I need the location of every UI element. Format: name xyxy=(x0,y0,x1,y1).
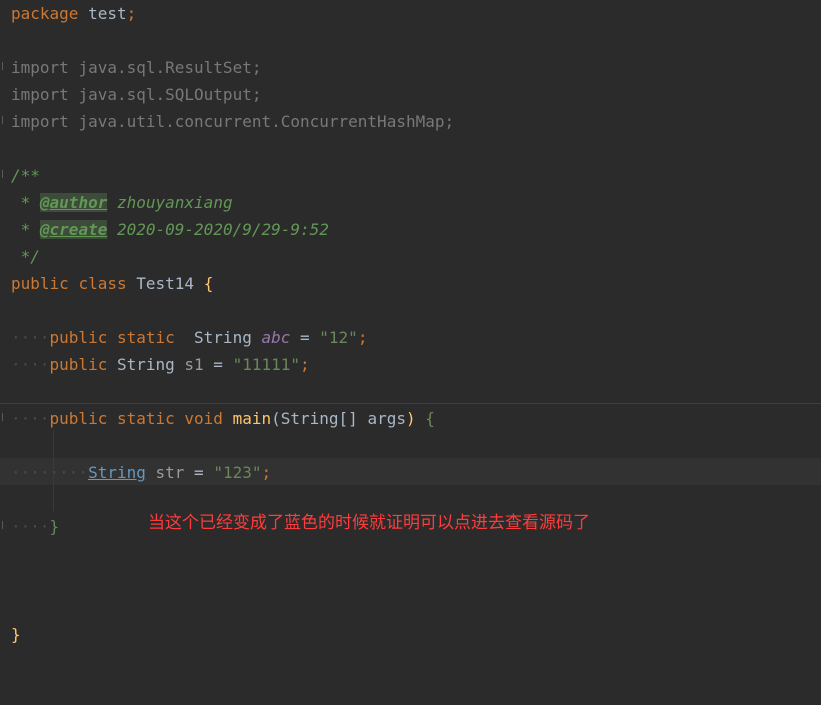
fold-marker-icon[interactable] xyxy=(2,62,9,70)
keyword: public xyxy=(49,409,108,428)
code-editor[interactable]: package test; import java.sql.ResultSet;… xyxy=(0,0,821,705)
type-name: String xyxy=(116,355,175,374)
doc-text: * xyxy=(11,220,31,239)
code-line-local[interactable]: ········String str = "123"; xyxy=(11,459,271,486)
method-separator xyxy=(0,403,821,404)
keyword: import xyxy=(11,112,69,131)
keyword: import xyxy=(11,58,69,77)
semicolon: ; xyxy=(251,58,262,77)
keyword: import xyxy=(11,85,69,104)
annotation-text: 当这个已经变成了蓝色的时候就证明可以点进去查看源码了 xyxy=(148,513,590,533)
whitespace-dots: ···· xyxy=(11,409,50,428)
fold-marker-icon[interactable] xyxy=(2,413,9,421)
whitespace-dots: ···· xyxy=(11,517,50,536)
string-literal: "11111" xyxy=(232,355,301,374)
keyword: public xyxy=(49,328,108,347)
keyword: public xyxy=(49,355,108,374)
close-brace: } xyxy=(11,625,21,644)
param-name: args xyxy=(367,409,406,428)
doc-comment-create[interactable]: * @create 2020-09-2020/9/29-9:52 xyxy=(11,216,329,243)
package-name: test xyxy=(88,4,127,23)
semicolon: ; xyxy=(126,4,137,23)
doc-comment-author[interactable]: * @author zhouyanxiang xyxy=(11,189,233,216)
doc-text: /** xyxy=(11,166,40,185)
semicolon: ; xyxy=(300,355,310,374)
code-line-close-method[interactable]: ····} xyxy=(11,513,59,540)
keyword: static xyxy=(116,328,175,347)
semicolon: ; xyxy=(357,328,368,347)
code-line-method[interactable]: ····public static void main(String[] arg… xyxy=(11,405,435,432)
whitespace-dots: ···· xyxy=(11,328,50,347)
fold-marker-icon[interactable] xyxy=(2,521,9,529)
string-literal: "12" xyxy=(319,328,358,347)
doc-tag-create: @create xyxy=(39,220,108,239)
keyword: class xyxy=(78,274,127,293)
doc-text: * xyxy=(11,193,31,212)
import-path: java.sql.SQLOutput xyxy=(78,85,252,104)
whitespace-dots: ········ xyxy=(11,463,89,482)
param-type: String[] xyxy=(280,409,358,428)
code-line-import[interactable]: import java.util.concurrent.ConcurrentHa… xyxy=(11,108,454,135)
semicolon: ; xyxy=(444,112,455,131)
close-brace: } xyxy=(49,517,60,536)
doc-create-value: 2020-09-2020/9/29-9:52 xyxy=(116,220,329,239)
method-name: main xyxy=(232,409,272,428)
import-path: java.util.concurrent.ConcurrentHashMap xyxy=(78,112,445,131)
code-line-import[interactable]: import java.sql.SQLOutput; xyxy=(11,81,261,108)
code-line-package[interactable]: package test; xyxy=(11,0,136,27)
string-literal: "123" xyxy=(213,463,262,482)
keyword: public xyxy=(11,274,69,293)
doc-comment-close[interactable]: */ xyxy=(11,243,40,270)
type-name: String xyxy=(194,328,252,347)
field-name: abc xyxy=(261,328,291,347)
keyword: static xyxy=(116,409,175,428)
keyword: void xyxy=(184,409,223,428)
open-brace: { xyxy=(203,274,214,293)
code-line-close-class[interactable]: } xyxy=(11,621,21,648)
close-paren: ) xyxy=(405,409,416,428)
doc-tag-author: @author xyxy=(39,193,108,212)
doc-comment-open[interactable]: /** xyxy=(11,162,40,189)
open-brace: { xyxy=(425,409,435,428)
code-line-field[interactable]: ····public String s1 = "11111"; xyxy=(11,351,310,378)
semicolon: ; xyxy=(261,463,272,482)
class-name: Test14 xyxy=(136,274,195,293)
local-var-name: str xyxy=(155,463,185,482)
semicolon: ; xyxy=(251,85,262,104)
code-line-import[interactable]: import java.sql.ResultSet; xyxy=(11,54,261,81)
type-link[interactable]: String xyxy=(88,463,146,482)
import-path: java.sql.ResultSet xyxy=(78,58,252,77)
doc-author-value: zhouyanxiang xyxy=(116,193,233,212)
fold-marker-icon[interactable] xyxy=(2,116,9,124)
field-name: s1 xyxy=(184,355,204,374)
code-line-class[interactable]: public class Test14 { xyxy=(11,270,213,297)
code-line-field[interactable]: ····public static String abc = "12"; xyxy=(11,324,367,351)
whitespace-dots: ···· xyxy=(11,355,50,374)
doc-text: */ xyxy=(11,247,40,266)
keyword: package xyxy=(11,4,79,23)
fold-marker-icon[interactable] xyxy=(2,170,9,178)
